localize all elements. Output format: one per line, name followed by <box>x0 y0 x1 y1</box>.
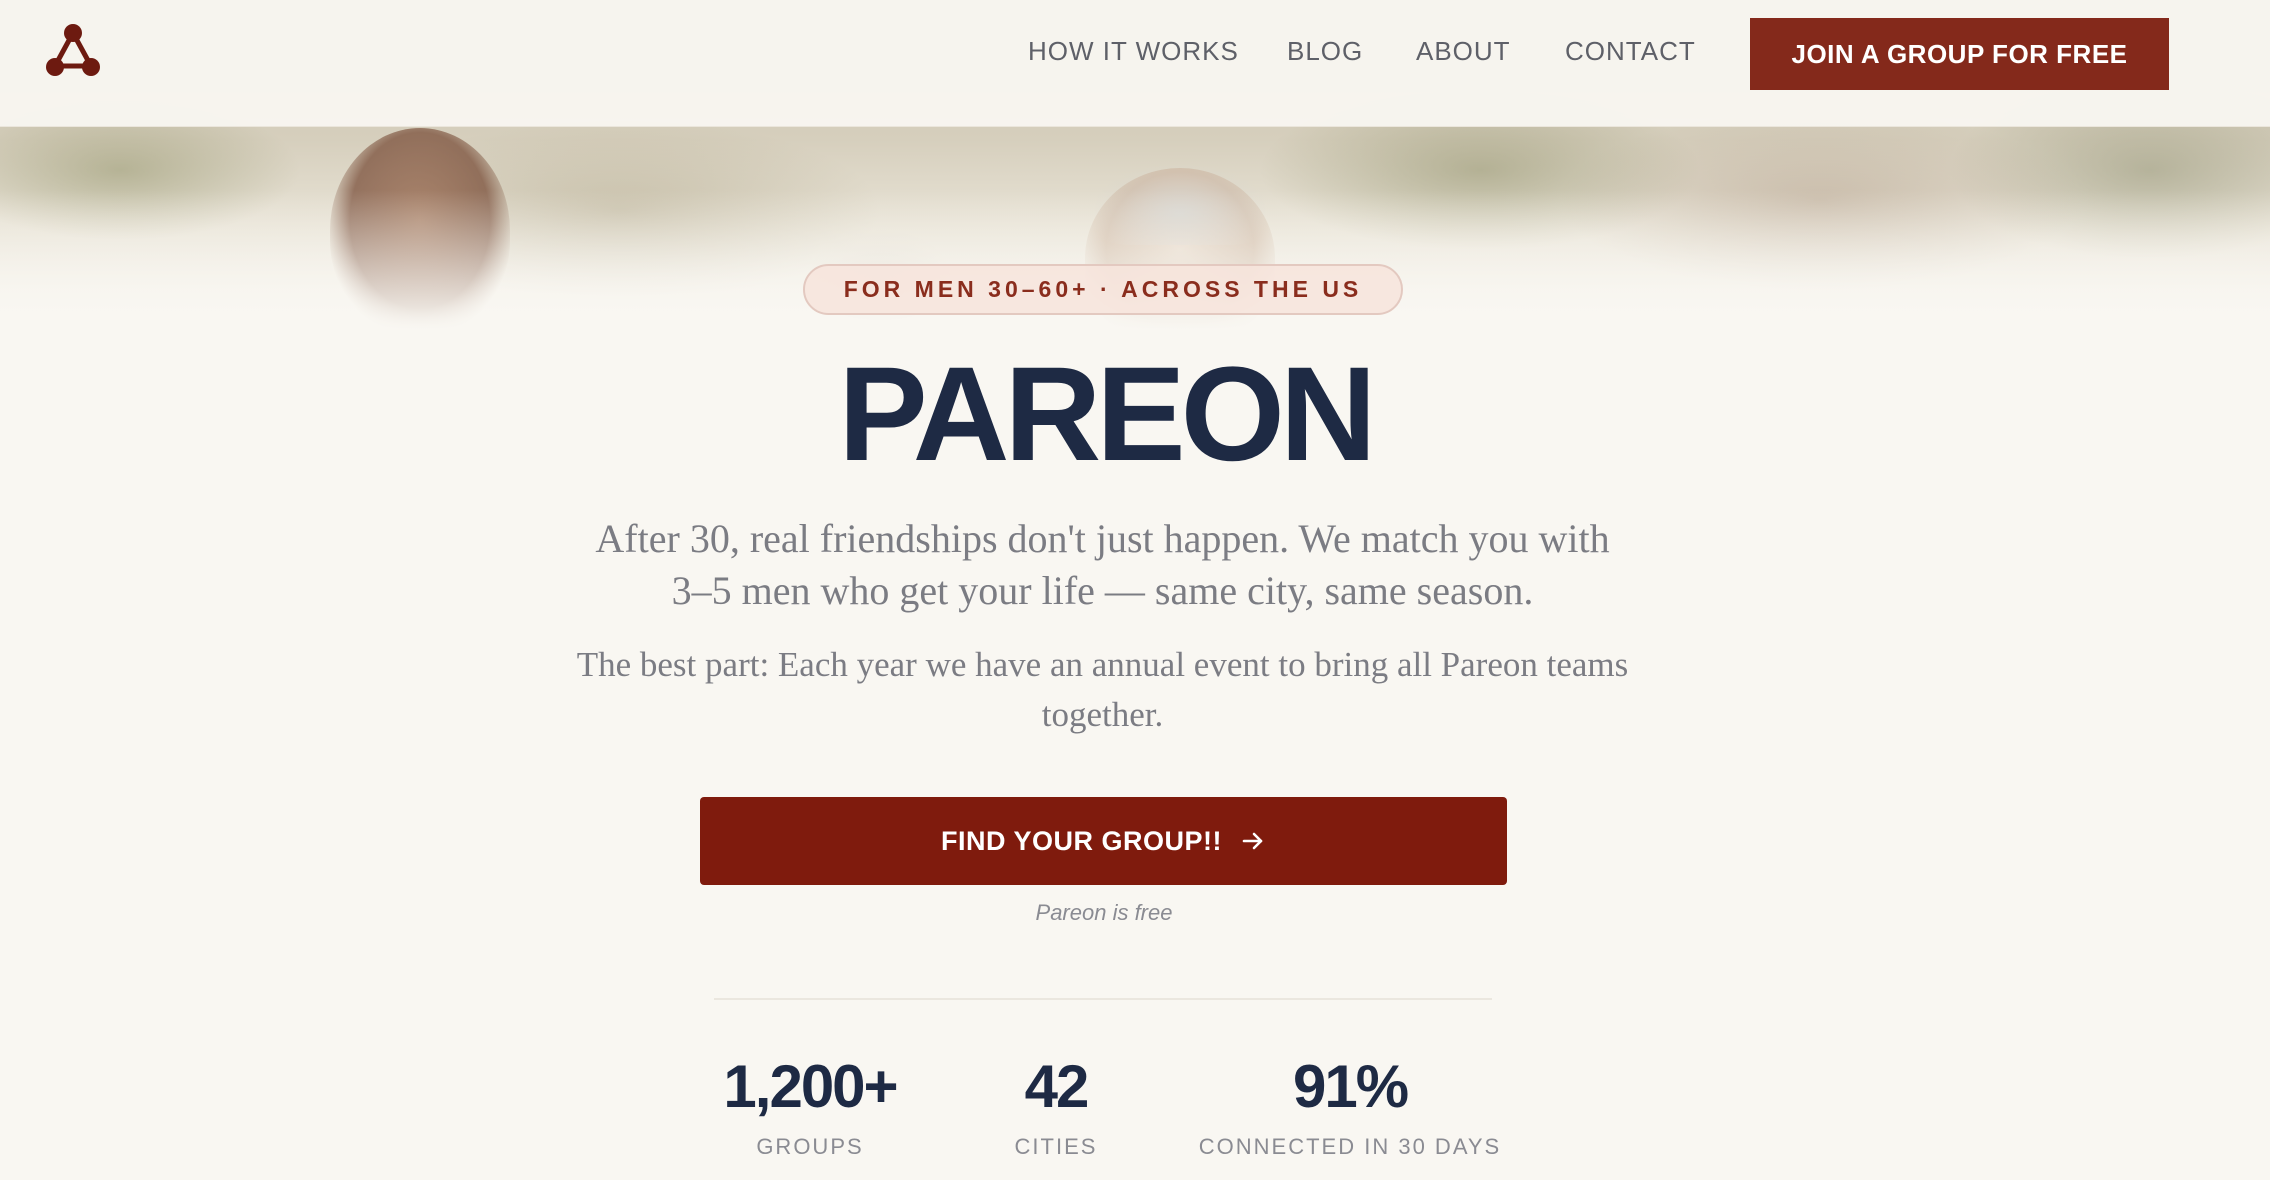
audience-badge: FOR MEN 30–60+ · ACROSS THE US <box>803 264 1403 315</box>
nav-link-about[interactable]: ABOUT <box>1416 36 1511 67</box>
free-note: Pareon is free <box>1035 900 1173 925</box>
page-title: PAREON <box>838 340 1376 489</box>
find-your-group-label: FIND YOUR GROUP!! <box>940 825 1222 856</box>
hero-lead-text: After 30, real friendships don't just ha… <box>595 516 1610 613</box>
landing-page: HOW IT WORKS BLOG ABOUT CONTACT JOIN A G… <box>0 0 2270 1180</box>
stat-groups: 1,200+ GROUPS <box>700 1052 920 1160</box>
stat-label: CONNECTED IN 30 DAYS <box>1198 1134 1502 1159</box>
nav-link-blog[interactable]: BLOG <box>1287 36 1363 67</box>
arrow-right-icon <box>1240 828 1266 854</box>
stat-label: CITIES <box>1014 1134 1098 1159</box>
join-group-button[interactable]: JOIN A GROUP FOR FREE <box>1750 18 2169 90</box>
photo-man-right-hair <box>1095 165 1265 245</box>
top-navbar: HOW IT WORKS BLOG ABOUT CONTACT JOIN A G… <box>0 0 2270 127</box>
stat-value: 91% <box>1292 1053 1409 1120</box>
stat-value: 42 <box>1024 1053 1090 1120</box>
nav-link-contact[interactable]: CONTACT <box>1565 36 1696 67</box>
photo-man-left <box>330 128 510 330</box>
nav-link-how-it-works[interactable]: HOW IT WORKS <box>1028 36 1239 67</box>
stat-value: 1,200+ <box>723 1053 898 1120</box>
stat-label: GROUPS <box>756 1134 864 1159</box>
stat-cities: 42 CITIES <box>986 1052 1126 1160</box>
hero-sub-text: The best part: Each year we have an annu… <box>576 645 1629 734</box>
stats-divider <box>714 998 1492 1000</box>
find-your-group-button[interactable]: FIND YOUR GROUP!! <box>700 797 1507 885</box>
stat-connected: 91% CONNECTED IN 30 DAYS <box>1190 1052 1510 1160</box>
